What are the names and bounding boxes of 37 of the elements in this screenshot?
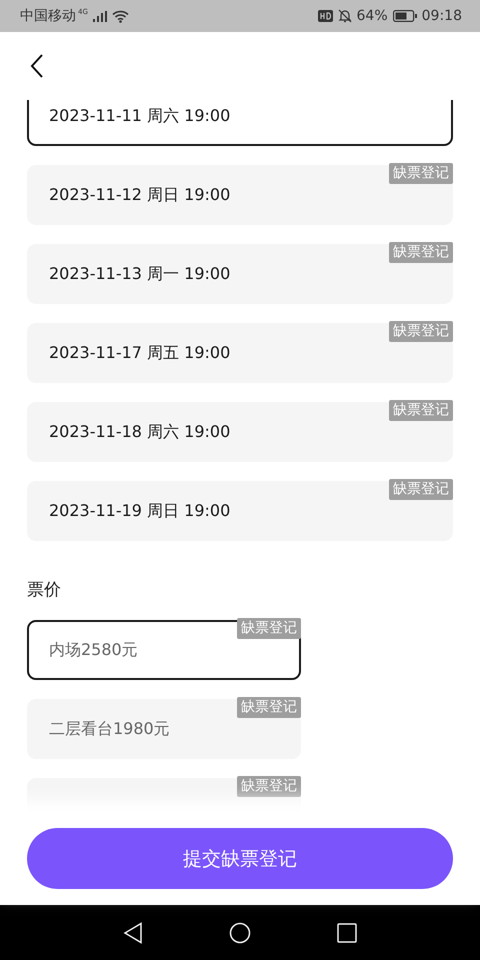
shortage-badge: 缺票登记 xyxy=(389,400,453,421)
date-text: 2023-11-12 周日 19:00 xyxy=(49,184,230,206)
submit-button[interactable]: 提交缺票登记 xyxy=(27,828,453,889)
shortage-badge: 缺票登记 xyxy=(237,697,301,718)
shortage-badge: 缺票登记 xyxy=(389,163,453,184)
battery-percent: 64% xyxy=(356,8,388,24)
back-icon[interactable] xyxy=(123,922,143,944)
shortage-badge: 缺票登记 xyxy=(389,242,453,263)
hd-icon xyxy=(318,10,333,22)
recents-icon[interactable] xyxy=(337,922,357,942)
mute-icon xyxy=(338,9,352,23)
carrier-name: 中国移动 xyxy=(20,7,76,25)
shortage-badge: 缺票登记 xyxy=(237,618,301,639)
date-option[interactable]: 2023-11-18 周六 19:00 缺票登记 xyxy=(27,402,453,462)
date-option[interactable]: 2023-11-11 周六 19:00 xyxy=(27,100,453,146)
date-text: 2023-11-11 周六 19:00 xyxy=(49,106,230,126)
price-text: 内场2580元 xyxy=(49,640,138,660)
date-text: 2023-11-19 周日 19:00 xyxy=(49,500,230,522)
date-option[interactable]: 2023-11-19 周日 19:00 缺票登记 xyxy=(27,481,453,541)
price-option[interactable]: 内场2580元 缺票登记 xyxy=(27,620,301,680)
date-text: 2023-11-13 周一 19:00 xyxy=(49,264,230,284)
price-text: 二层看台1980元 xyxy=(49,718,170,740)
signal-icon xyxy=(92,10,107,22)
date-text: 2023-11-18 周六 19:00 xyxy=(49,422,230,442)
shortage-badge: 缺票登记 xyxy=(237,776,301,797)
clock-time: 09:18 xyxy=(422,8,462,24)
shortage-badge: 缺票登记 xyxy=(389,321,453,342)
price-option[interactable]: 二层看台1980元 缺票登记 xyxy=(27,699,301,759)
wifi-icon xyxy=(112,10,129,22)
shortage-badge: 缺票登记 xyxy=(389,479,453,500)
battery-icon xyxy=(392,10,417,22)
date-option[interactable]: 2023-11-17 周五 19:00 缺票登记 xyxy=(27,323,453,383)
home-icon[interactable] xyxy=(229,922,251,944)
date-option[interactable]: 2023-11-12 周日 19:00 缺票登记 xyxy=(27,165,453,225)
date-option[interactable]: 2023-11-13 周一 19:00 缺票登记 xyxy=(27,244,453,304)
section-title: 票价 xyxy=(27,579,62,601)
date-text: 2023-11-17 周五 19:00 xyxy=(49,342,230,364)
